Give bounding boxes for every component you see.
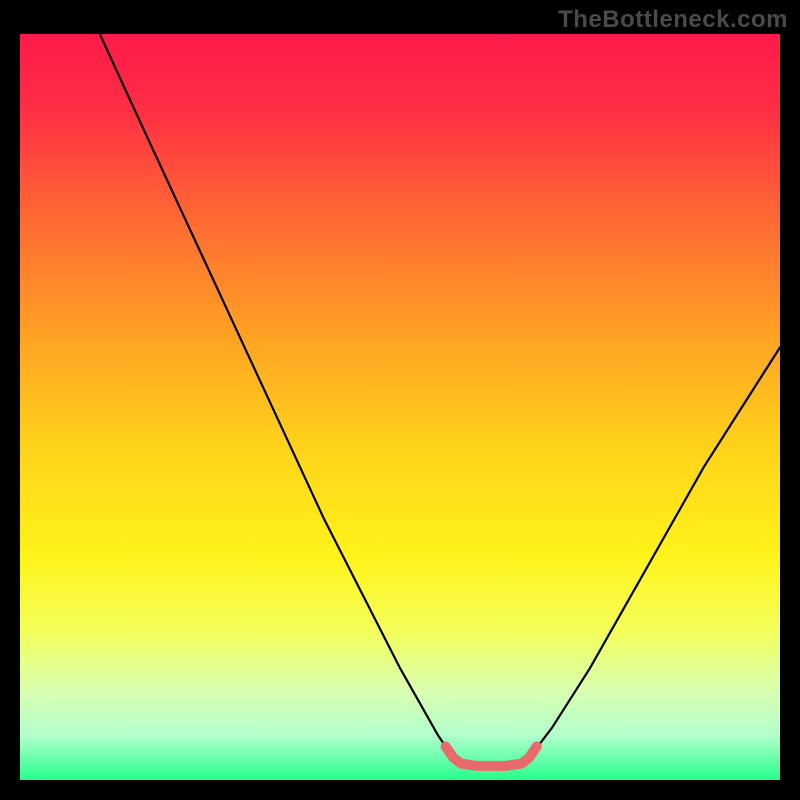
plot-svg xyxy=(20,34,780,780)
chart-container: TheBottleneck.com xyxy=(0,0,800,800)
watermark-text: TheBottleneck.com xyxy=(558,6,788,34)
plot-area xyxy=(20,34,780,780)
